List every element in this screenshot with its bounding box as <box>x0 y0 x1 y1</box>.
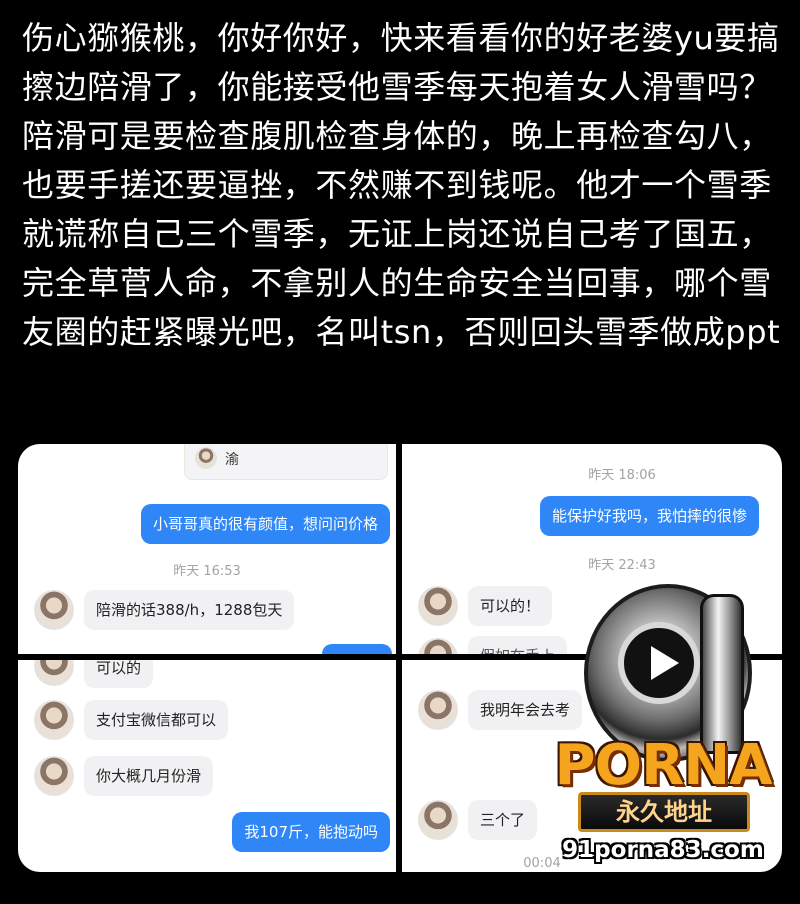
chat-screenshot-top-left: 渝 小哥哥真的很有颜值，想问问价格 昨天 16:53 陪滑的话388/h，128… <box>18 444 396 654</box>
avatar <box>195 447 217 469</box>
avatar <box>34 700 74 740</box>
avatar <box>418 800 458 840</box>
logo-url: 91porna83.com <box>562 837 764 863</box>
message-incoming: 你大概几月份滑 <box>84 756 214 796</box>
avatar <box>34 756 74 796</box>
chat-screenshot-bottom-left: 可以的 支付宝微信都可以 你大概几月份滑 我107斤，能抱动吗 <box>18 660 396 872</box>
card-name: 渝 <box>225 452 239 468</box>
avatar <box>418 638 458 654</box>
timestamp: 昨天 16:53 <box>173 564 241 579</box>
post-text: 伤心猕猴桃，你好你好，快来看看你的好老婆yu要搞擦边陪滑了，你能接受他雪季每天抱… <box>22 19 781 351</box>
play-icon <box>618 622 700 704</box>
logo-brand: PORNA <box>554 733 773 798</box>
avatar <box>418 586 458 626</box>
message-outgoing: 我107斤，能抱动吗 <box>232 812 390 852</box>
message-outgoing-partial <box>322 644 392 654</box>
message-incoming-partial: 可以的 <box>84 660 154 688</box>
avatar <box>418 690 458 730</box>
logo-one-shape <box>700 594 744 754</box>
message-outgoing: 能保护好我吗，我怕摔的很惨 <box>540 496 760 536</box>
message-incoming: 支付宝微信都可以 <box>84 700 229 740</box>
avatar <box>34 660 74 686</box>
message-incoming: 陪滑的话388/h，1288包天 <box>84 590 295 630</box>
message-incoming: 三个了 <box>468 800 538 840</box>
avatar <box>34 590 74 630</box>
timestamp: 昨天 22:43 <box>588 558 656 573</box>
timestamp: 昨天 18:06 <box>588 468 656 483</box>
logo-banner: 永久地址 <box>578 792 750 832</box>
watermark-logo: PORNA 永久地址 91porna83.com <box>530 584 796 880</box>
shared-contact-card: 渝 <box>184 444 388 480</box>
message-outgoing: 小哥哥真的很有颜值，想问问价格 <box>140 504 390 544</box>
